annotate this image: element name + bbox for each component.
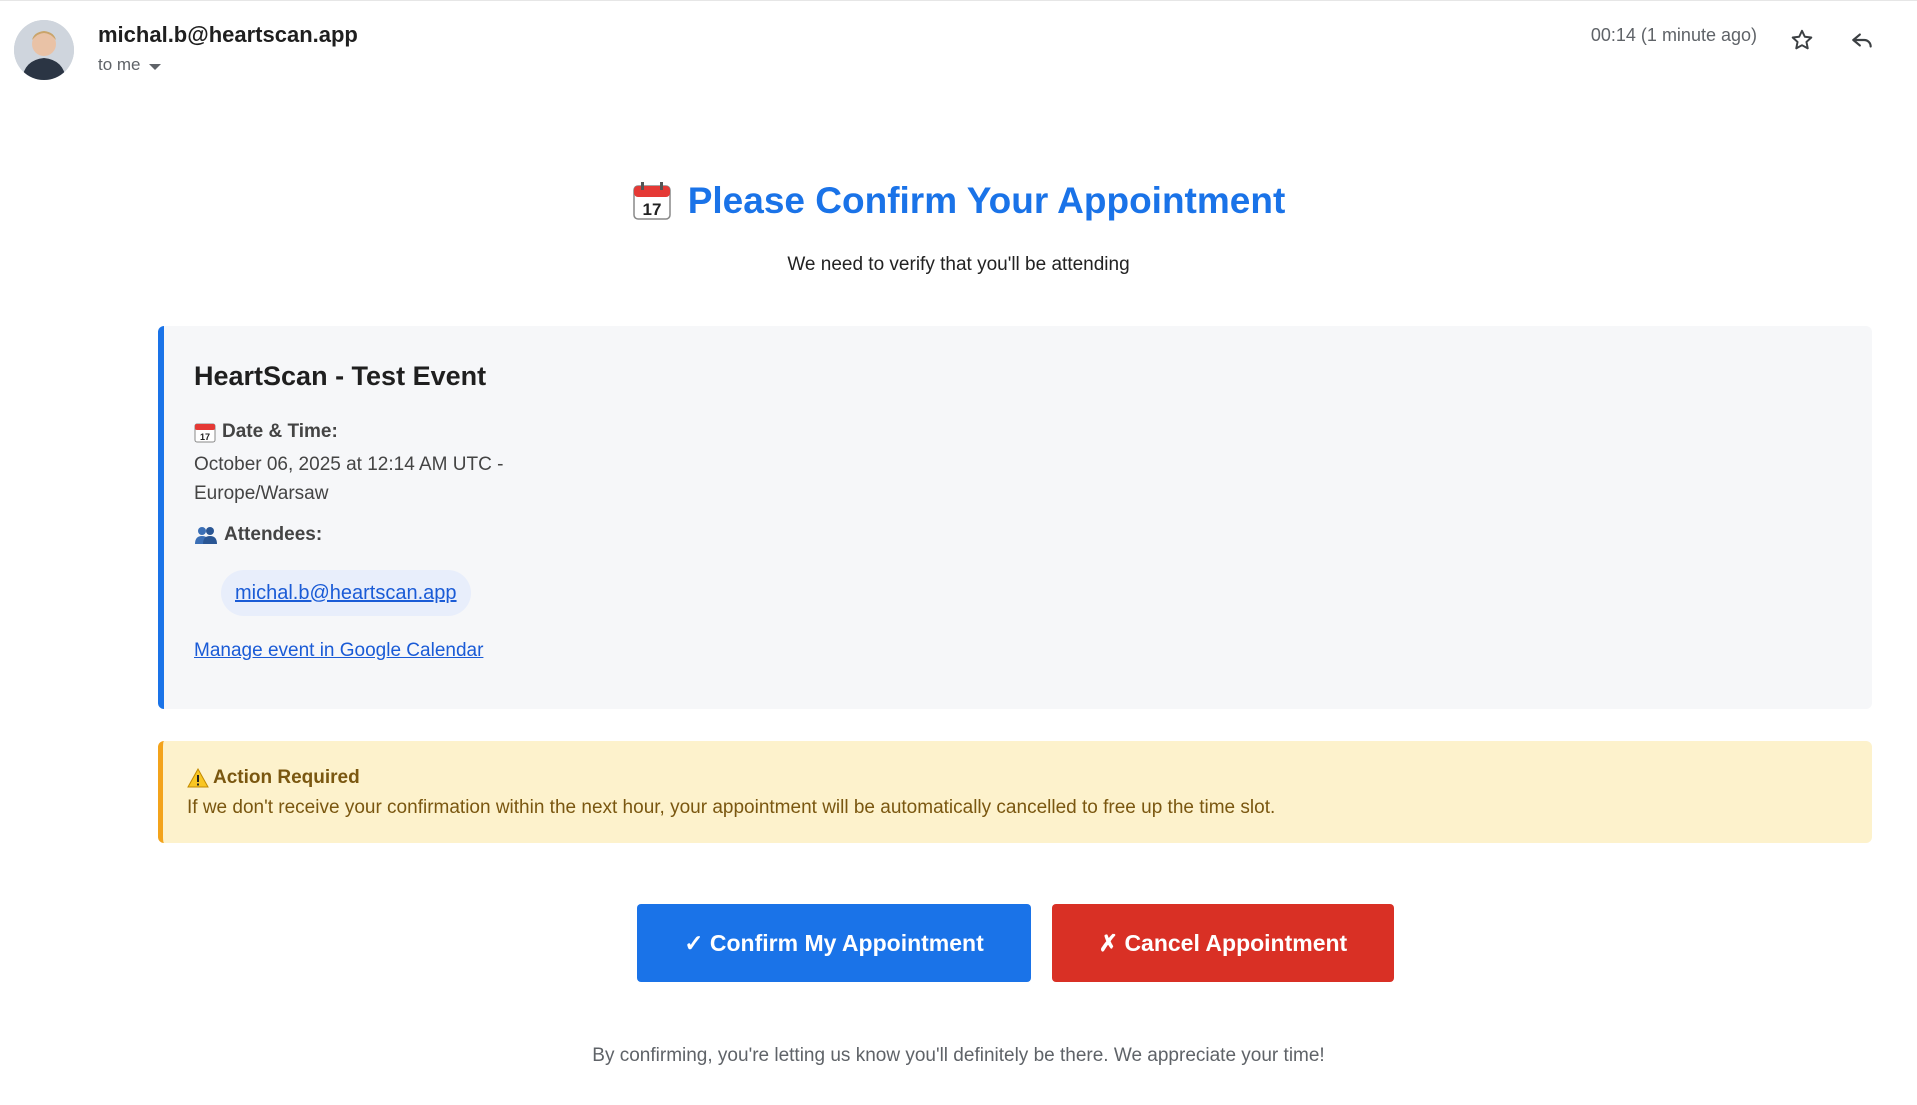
page-title: 17 Please Confirm Your Appointment xyxy=(632,180,1286,222)
event-details-card: HeartScan - Test Event 17 Date & Time: O… xyxy=(158,326,1872,709)
email-timestamp: 00:14 (1 minute ago) xyxy=(1590,25,1757,45)
calendar-icon: 17 xyxy=(632,182,671,220)
warning-text: If we don't receive your confirmation wi… xyxy=(187,797,1276,818)
sender-address: michal.b@heartscan.app xyxy=(98,22,358,47)
action-required-alert: Action Required If we don't receive your… xyxy=(158,741,1872,843)
footer-note: By confirming, you're letting us know yo… xyxy=(592,1045,1325,1066)
datetime-label: Date & Time: xyxy=(222,421,338,442)
recipient-label: to me xyxy=(98,55,141,74)
subtitle: We need to verify that you'll be attendi… xyxy=(787,254,1130,275)
reply-icon xyxy=(1852,33,1872,48)
datetime-label-row: 17 Date & Time: xyxy=(194,421,338,443)
recipient-dropdown[interactable]: to me xyxy=(98,55,161,75)
attendees-label: Attendees: xyxy=(224,524,323,545)
warning-title: Action Required xyxy=(213,767,360,788)
event-name: HeartScan - Test Event xyxy=(194,361,487,391)
star-button[interactable] xyxy=(1782,20,1822,60)
calendar-icon: 17 xyxy=(194,423,216,443)
attendee-chip: michal.b@heartscan.app xyxy=(221,570,471,616)
warning-icon xyxy=(187,768,209,788)
warning-title-row: Action Required xyxy=(187,767,360,789)
people-icon xyxy=(195,527,217,544)
avatar[interactable] xyxy=(14,20,74,80)
cancel-appointment-button[interactable]: ✗ Cancel Appointment xyxy=(1052,904,1394,982)
chevron-down-icon xyxy=(148,63,161,70)
manage-event-link[interactable]: Manage event in Google Calendar xyxy=(194,640,483,662)
confirm-appointment-button[interactable]: ✓ Confirm My Appointment xyxy=(637,904,1031,982)
email-header: michal.b@heartscan.app to me 00:14 (1 mi… xyxy=(0,0,1917,110)
svg-text:17: 17 xyxy=(200,432,210,442)
star-icon xyxy=(1791,29,1813,50)
datetime-value: October 06, 2025 at 12:14 AM UTC - Europ… xyxy=(194,454,504,504)
svg-text:17: 17 xyxy=(642,200,661,219)
attendees-label-row: Attendees: xyxy=(194,524,322,546)
title-text: Please Confirm Your Appointment xyxy=(687,180,1286,221)
attendee-email-link[interactable]: michal.b@heartscan.app xyxy=(235,582,457,605)
reply-button[interactable] xyxy=(1842,20,1882,60)
email-title-row: 17 Please Confirm Your Appointment xyxy=(0,180,1917,226)
